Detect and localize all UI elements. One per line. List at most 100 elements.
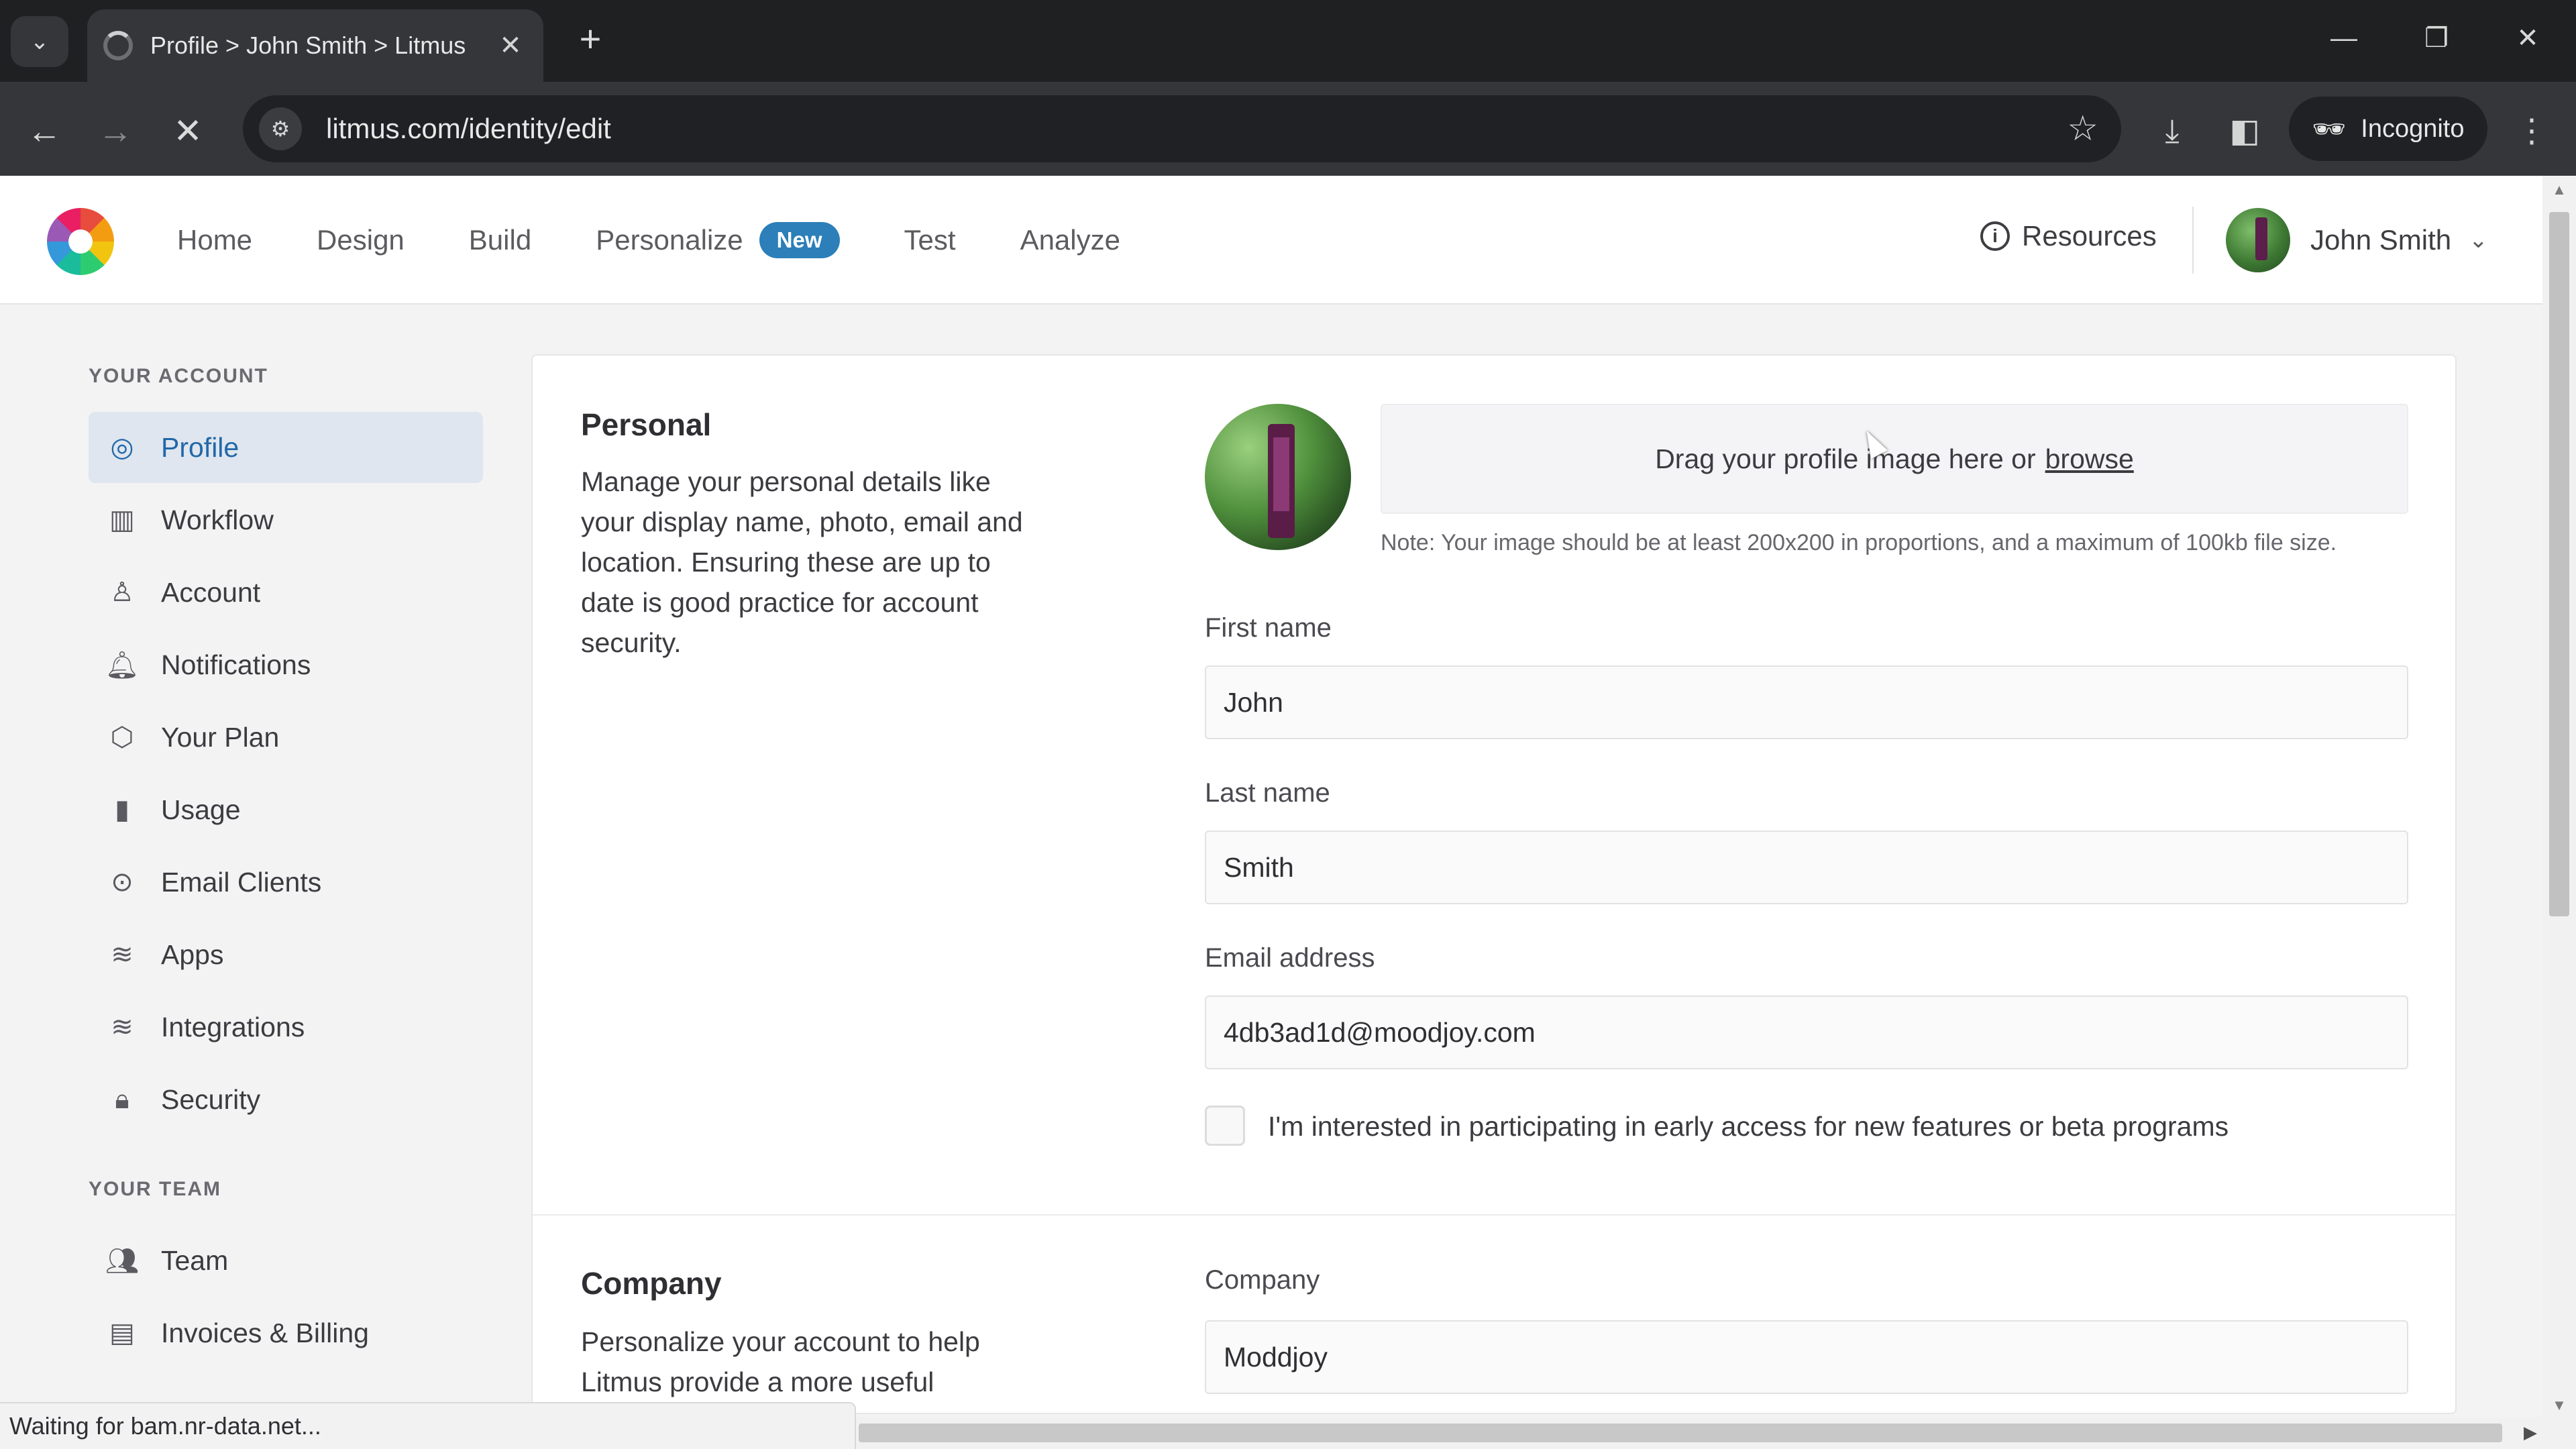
- window-close-icon[interactable]: ✕: [2501, 15, 2555, 62]
- sidebar-item-usage[interactable]: ▮ Usage: [89, 774, 483, 845]
- user-menu[interactable]: John Smith ⌄: [2226, 208, 2488, 272]
- resources-label: Resources: [2022, 220, 2157, 252]
- new-tab-button[interactable]: +: [570, 20, 610, 60]
- sidebar-item-integrations[interactable]: ≋ Integrations: [89, 991, 483, 1063]
- sidebar-item-notifications[interactable]: 🔔︎ Notifications: [89, 629, 483, 700]
- nav-analyze[interactable]: Analyze: [1020, 224, 1120, 256]
- bar-chart-icon: ▮: [114, 795, 129, 824]
- restore-icon[interactable]: ❐: [2410, 15, 2463, 62]
- site-settings-icon[interactable]: ⚙: [259, 107, 302, 150]
- first-name-field[interactable]: John: [1205, 665, 2408, 739]
- user-name: John Smith: [2310, 224, 2452, 256]
- resources-button[interactable]: i Resources: [1980, 220, 2157, 252]
- sidebar-item-label: Team: [161, 1244, 229, 1276]
- users-icon: 👥︎: [105, 1246, 140, 1276]
- layers-icon: ≋: [111, 940, 133, 969]
- sidebar-item-label: Apps: [161, 938, 224, 970]
- sidebar-item-label: Usage: [161, 794, 241, 825]
- sidebar-item-account[interactable]: ♙ Account: [89, 557, 483, 628]
- sidebar-item-profile[interactable]: ◎ Profile: [89, 412, 483, 483]
- browser-status-bar: Waiting for bam.nr-data.net...: [0, 1402, 856, 1449]
- your-team-heading: YOUR TEAM: [89, 1178, 221, 1200]
- beta-programs-checkbox[interactable]: [1205, 1106, 1245, 1146]
- sidebar-item-label: Workflow: [161, 504, 274, 535]
- sidebar-item-email-clients[interactable]: ⊙ Email Clients: [89, 847, 483, 918]
- layers-icon: ≋: [111, 1012, 133, 1042]
- incognito-label: Incognito: [2361, 114, 2465, 143]
- main-nav: Home Design Build Personalize New Test A…: [177, 176, 1185, 305]
- browse-link[interactable]: browse: [2045, 443, 2134, 475]
- stop-loading-icon[interactable]: ✕: [161, 105, 215, 158]
- sidebar-item-team[interactable]: 👥︎ Team: [89, 1225, 483, 1296]
- profile-photo: [1205, 404, 1351, 550]
- download-icon[interactable]: ⤓: [2147, 106, 2198, 157]
- email-label: Email address: [1205, 943, 1375, 973]
- sidebar-item-label: Integrations: [161, 1011, 305, 1042]
- sidebar-item-label: Invoices & Billing: [161, 1317, 369, 1348]
- scroll-right-icon[interactable]: ▶: [2524, 1422, 2537, 1443]
- personal-section-title: Personal: [581, 407, 712, 442]
- url-text[interactable]: litmus.com/identity/edit: [326, 113, 2067, 145]
- nav-design[interactable]: Design: [317, 224, 405, 256]
- sidebar-item-label: Security: [161, 1083, 261, 1115]
- sidebar-item-label: Email Clients: [161, 866, 322, 898]
- profile-image-dropzone[interactable]: Drag your profile image here or browse: [1381, 404, 2408, 514]
- last-name-label: Last name: [1205, 778, 1330, 808]
- back-arrow-icon[interactable]: ←: [17, 105, 71, 158]
- camera-icon: ◎: [110, 433, 134, 462]
- sidebar-item-invoices-billing[interactable]: ▤ Invoices & Billing: [89, 1297, 483, 1368]
- company-field[interactable]: Moddjoy: [1205, 1320, 2408, 1394]
- nav-build[interactable]: Build: [469, 224, 531, 256]
- image-note: Note: Your image should be at least 200x…: [1381, 530, 2337, 555]
- dropzone-text: Drag your profile image here or: [1655, 443, 2036, 474]
- vertical-scroll-thumb[interactable]: [2549, 212, 2569, 916]
- user-icon: ♙: [110, 578, 134, 607]
- sidebar-item-label: Profile: [161, 431, 239, 463]
- scroll-up-icon[interactable]: ▲: [2542, 181, 2576, 199]
- personal-section-description: Manage your personal details like your d…: [581, 466, 1023, 658]
- browser-toolbar: ← → ✕ ⚙ litmus.com/identity/edit ☆ ⤓ ◧ 🕶…: [0, 82, 2576, 176]
- sidebar-item-label: Your Plan: [161, 721, 280, 753]
- map-icon: ▥: [109, 505, 135, 535]
- bookmark-star-icon[interactable]: ☆: [2067, 109, 2098, 149]
- document-icon: ▤: [109, 1318, 135, 1348]
- info-icon: i: [1980, 221, 2010, 251]
- bell-icon: 🔔︎: [105, 650, 140, 680]
- incognito-profile-button[interactable]: 🕶 Incognito: [2289, 97, 2487, 161]
- profile-card: Personal Manage your personal details li…: [531, 354, 2457, 1414]
- email-field[interactable]: 4db3ad1d@moodjoy.com: [1205, 996, 2408, 1069]
- side-panel-icon[interactable]: ◧: [2219, 106, 2270, 157]
- address-bar[interactable]: ⚙ litmus.com/identity/edit ☆: [243, 95, 2121, 162]
- company-section-title: Company: [581, 1266, 722, 1301]
- tab-title: Profile > John Smith > Litmus: [150, 32, 466, 59]
- sidebar-item-label: Notifications: [161, 649, 311, 680]
- sidebar-item-security[interactable]: 🔒︎ Security: [89, 1064, 483, 1135]
- chevron-down-icon: ⌄: [2469, 227, 2488, 253]
- tab-search-button[interactable]: ⌄: [11, 16, 68, 67]
- new-badge: New: [759, 222, 840, 258]
- nav-home[interactable]: Home: [177, 224, 252, 256]
- litmus-logo[interactable]: [47, 208, 114, 275]
- browser-menu-icon[interactable]: ⋮: [2506, 106, 2557, 157]
- browser-tab-active[interactable]: Profile > John Smith > Litmus ✕: [87, 9, 543, 82]
- beta-programs-label[interactable]: I'm interested in participating in early…: [1268, 1111, 2229, 1142]
- horizontal-scroll-thumb[interactable]: [859, 1424, 2502, 1442]
- sidebar-item-apps[interactable]: ≋ Apps: [89, 919, 483, 990]
- sidebar-item-workflow[interactable]: ▥ Workflow: [89, 484, 483, 555]
- tab-close-icon[interactable]: ✕: [494, 30, 527, 61]
- vertical-scrollbar[interactable]: ▲ ▼: [2542, 176, 2576, 1417]
- last-name-field[interactable]: Smith: [1205, 830, 2408, 904]
- toggle-icon: ⊙: [111, 867, 133, 897]
- minimize-icon[interactable]: —: [2317, 15, 2371, 62]
- sidebar-item-label: Account: [161, 576, 261, 608]
- forward-arrow-icon[interactable]: →: [89, 105, 142, 158]
- lock-icon: 🔒︎: [115, 1084, 129, 1114]
- section-divider: [533, 1214, 2455, 1216]
- your-account-heading: YOUR ACCOUNT: [89, 365, 268, 387]
- company-label: Company: [1205, 1265, 1320, 1295]
- nav-test[interactable]: Test: [904, 224, 956, 256]
- nav-personalize[interactable]: Personalize New: [596, 222, 840, 258]
- scroll-down-icon[interactable]: ▼: [2542, 1397, 2576, 1414]
- app-header: Home Design Build Personalize New Test A…: [0, 176, 2542, 305]
- sidebar-item-your-plan[interactable]: ⬡ Your Plan: [89, 702, 483, 773]
